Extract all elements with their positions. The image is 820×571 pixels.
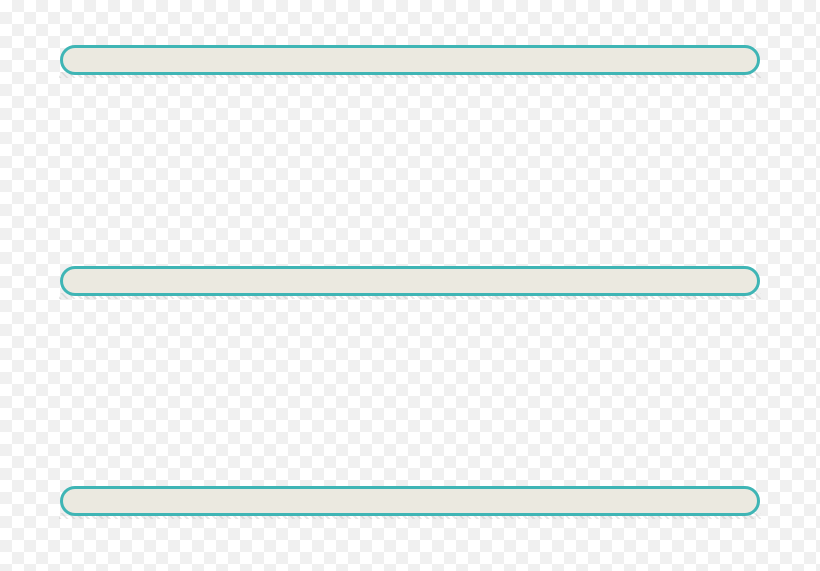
menu-bar-1 [60, 45, 760, 75]
menu-bar-2 [60, 266, 760, 296]
menu-bar-3 [60, 486, 760, 516]
